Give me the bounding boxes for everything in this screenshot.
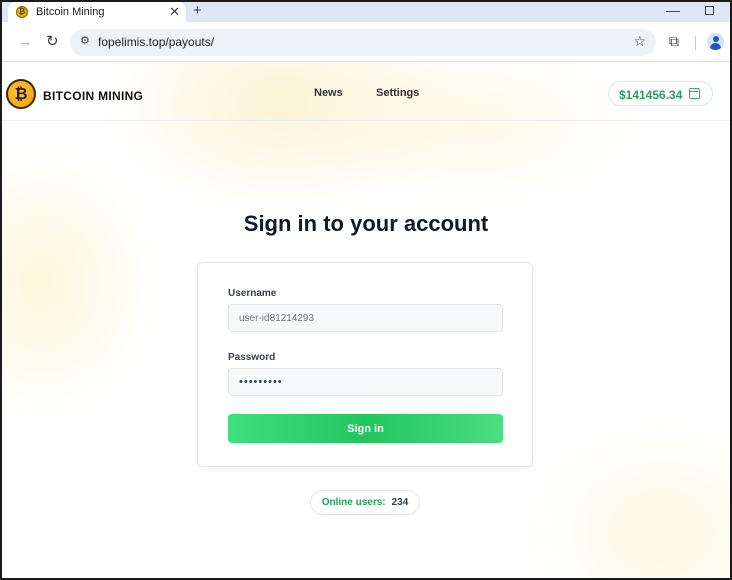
profile-avatar-icon[interactable]: [707, 33, 724, 50]
online-users-label: Online users:: [321, 497, 386, 508]
balance-pill[interactable]: $141456.34: [608, 81, 713, 106]
forward-arrow-icon[interactable]: →: [18, 33, 32, 49]
window-frame: ₿ Bitcoin Mining ✕ + — → ↻ ⚙ fopelimis.t…: [0, 0, 732, 580]
browser-tab[interactable]: ₿ Bitcoin Mining ✕: [8, 2, 186, 22]
site-header: ₿ BITCOIN MINING News Settings $141456.3…: [2, 63, 730, 121]
page-title: Sign in to your account: [243, 211, 489, 236]
tab-strip: ₿ Bitcoin Mining ✕ + —: [2, 2, 730, 22]
nav-link-settings[interactable]: Settings: [376, 87, 419, 99]
balance-amount: $141456.34: [619, 88, 683, 102]
sign-in-button[interactable]: Sign in: [228, 414, 503, 443]
new-tab-button[interactable]: +: [193, 3, 202, 19]
extensions-puzzle-icon[interactable]: ⧉: [669, 33, 679, 50]
password-input[interactable]: [228, 368, 503, 396]
login-card: Username Password Sign in: [197, 262, 533, 467]
nav-link-news[interactable]: News: [314, 87, 343, 99]
page-body: ₿ BITCOIN MINING News Settings $141456.3…: [2, 63, 730, 578]
toolbar-divider: [695, 36, 696, 50]
username-label: Username: [228, 288, 277, 299]
bitcoin-symbol: ₿: [14, 84, 28, 103]
reload-icon[interactable]: ↻: [46, 32, 59, 50]
wallet-icon: [689, 88, 700, 99]
bitcoin-favicon-icon: ₿: [16, 6, 28, 18]
online-users-count: 234: [391, 497, 409, 508]
online-users-badge: Online users: 234: [310, 490, 420, 515]
tab-close-icon[interactable]: ✕: [169, 5, 180, 19]
window-maximize-button[interactable]: [705, 6, 714, 15]
bitcoin-logo-icon[interactable]: ₿: [6, 79, 36, 109]
browser-toolbar: → ↻ ⚙ fopelimis.top/payouts/ ☆ ⧉: [2, 22, 730, 62]
username-input[interactable]: [228, 304, 503, 332]
tab-title: Bitcoin Mining: [36, 6, 105, 18]
brand-name[interactable]: BITCOIN MINING: [43, 89, 143, 103]
url-text[interactable]: fopelimis.top/payouts/: [98, 35, 214, 49]
address-bar[interactable]: ⚙ fopelimis.top/payouts/ ☆: [70, 29, 656, 56]
bookmark-star-icon[interactable]: ☆: [633, 33, 646, 50]
window-minimize-button[interactable]: —: [666, 2, 680, 18]
password-label: Password: [228, 352, 276, 363]
site-info-icon[interactable]: ⚙: [80, 34, 90, 47]
